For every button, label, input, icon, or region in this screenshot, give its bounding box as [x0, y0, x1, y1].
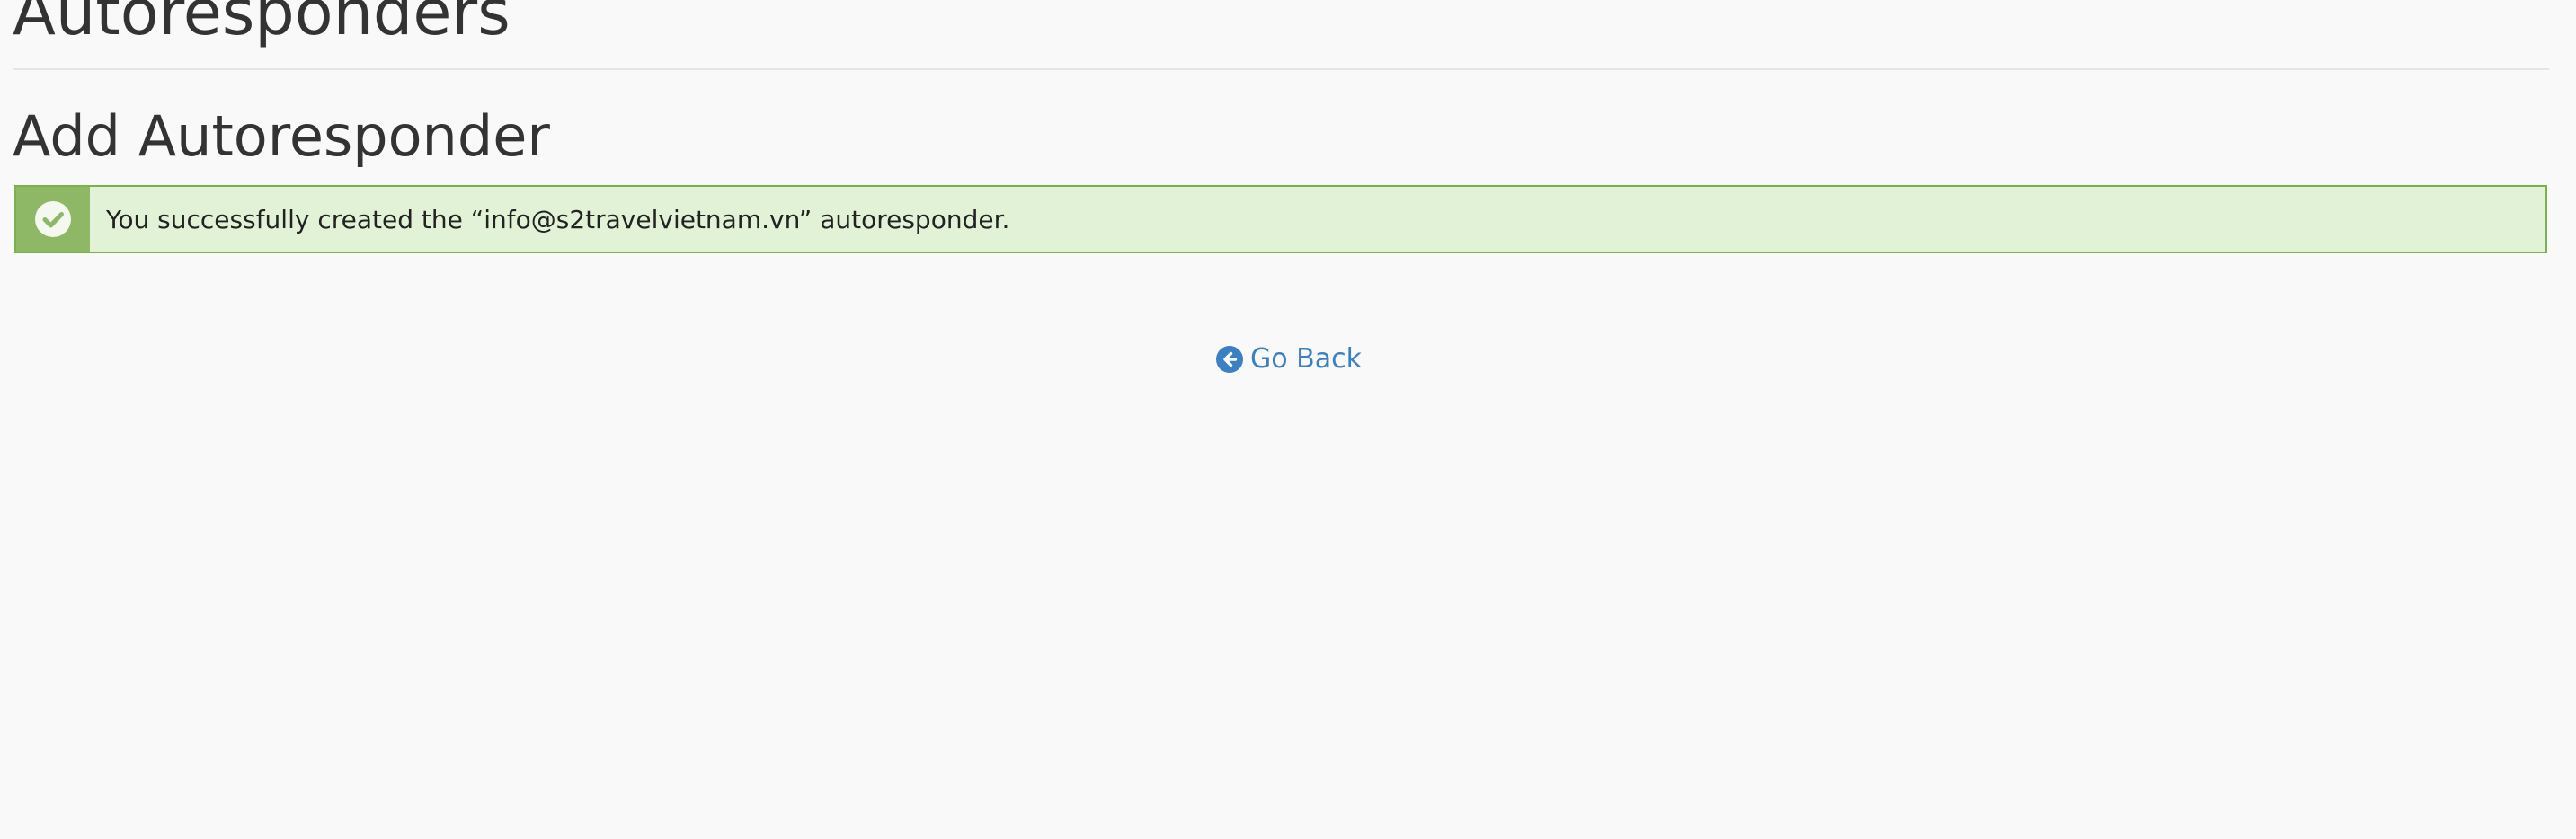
page-title: Autoresponders — [13, 0, 511, 49]
page: Autoresponders Add Autoresponder You suc… — [0, 0, 2576, 839]
success-alert: You successfully created the “info@s2tra… — [14, 185, 2547, 253]
go-back-link[interactable]: Go Back — [1216, 343, 1362, 375]
check-circle-icon — [35, 201, 71, 237]
alert-message: You successfully created the “info@s2tra… — [106, 204, 1010, 234]
alert-icon-container — [16, 187, 90, 252]
go-back-label: Go Back — [1250, 343, 1362, 375]
arrow-circle-left-icon — [1216, 345, 1243, 373]
section-title: Add Autoresponder — [13, 103, 550, 169]
title-divider — [13, 68, 2549, 70]
